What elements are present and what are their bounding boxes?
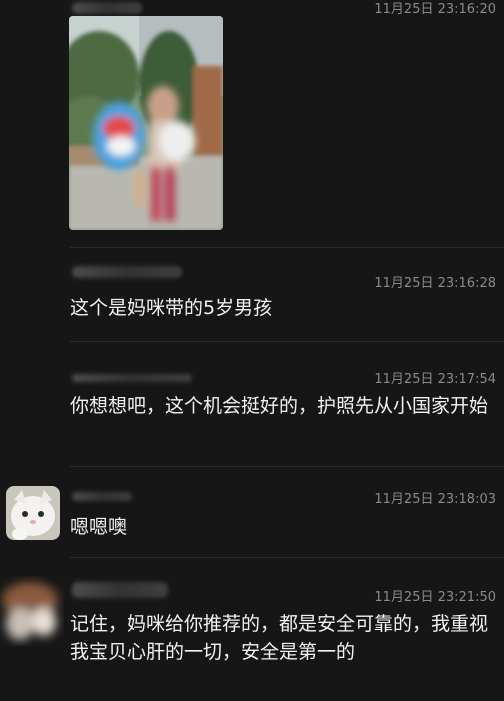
message-text: 嗯嗯噢 [70,516,128,538]
blurred-avatar-image [0,576,70,648]
cat-avatar-image [6,486,60,540]
message-text: 这个是妈咪带的5岁男孩 [70,297,273,319]
message-timestamp: 11月25日 23:16:20 [374,2,496,17]
message-divider [70,247,504,248]
sender-name-blurred [72,2,142,14]
chat-message-photo: 11月25日 23:16:20 [0,0,504,245]
message-timestamp: 11月25日 23:17:54 [374,372,496,387]
sender-avatar[interactable] [0,576,70,648]
message-text: 记住，妈咪给你推荐的，都是安全可靠的，我重视我宝贝心肝的一切，安全是第一的 [70,613,489,663]
message-timestamp: 11月25日 23:21:50 [374,590,496,605]
chat-message: 11月25日 23:16:28 这个是妈咪带的5岁男孩 [0,250,504,340]
sender-avatar[interactable] [6,486,60,540]
message-photo[interactable] [69,16,223,230]
sender-name-blurred [72,582,168,598]
message-timestamp: 11月25日 23:18:03 [374,492,496,507]
chat-message: 11月25日 23:21:50 记住，妈咪给你推荐的，都是安全可靠的，我重视我宝… [0,560,504,701]
sender-name-blurred [72,374,192,382]
chat-message: 11月25日 23:18:03 嗯嗯噢 [0,468,504,558]
message-text: 你想想吧，这个机会挺好的，护照先从小国家开始 [70,395,489,417]
sender-name-blurred [72,266,182,278]
photo-image [69,16,223,230]
message-divider [70,466,504,467]
sender-name-blurred [72,492,132,501]
message-timestamp: 11月25日 23:16:28 [374,276,496,291]
chat-message: 11月25日 23:17:54 你想想吧，这个机会挺好的，护照先从小国家开始 [0,342,504,462]
message-divider [70,557,504,558]
